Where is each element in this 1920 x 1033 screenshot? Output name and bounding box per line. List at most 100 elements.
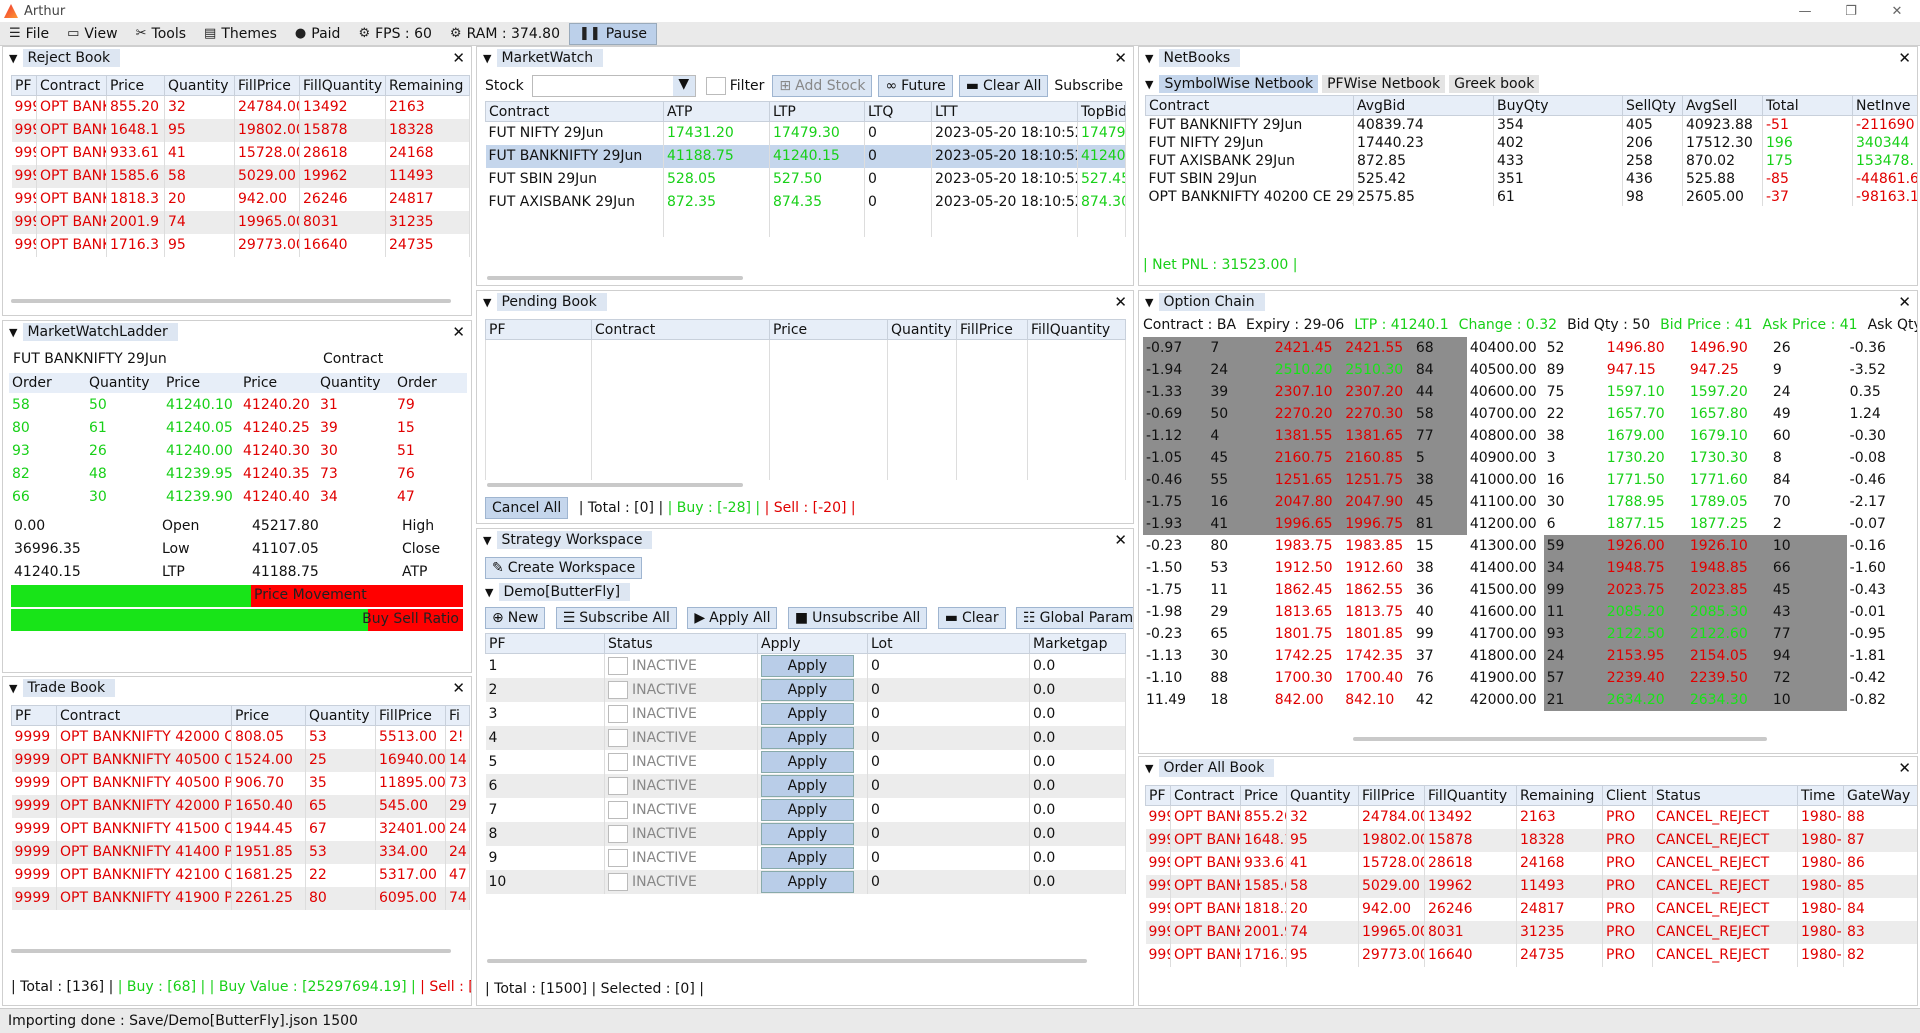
- strategy-row[interactable]: 7 INACTIVE Apply 0 0.0: [485, 798, 1126, 822]
- collapse-icon[interactable]: ▼: [483, 296, 491, 309]
- option-chain-row[interactable]: -0.69 50 2270.20 2270.30 58 40700.00 22 1657.70…: [1143, 403, 1909, 425]
- new-button[interactable]: ⊕ New: [485, 607, 546, 629]
- strategy-header-2[interactable]: Apply: [757, 633, 868, 654]
- cancel-all-button[interactable]: Cancel All: [485, 497, 569, 519]
- reject-book-header-6[interactable]: Remaining: [385, 75, 470, 96]
- order-all-row[interactable]: 999OPT BANK933.614115728.002861824168PRO…: [1145, 851, 1917, 875]
- reject-book-row[interactable]: 999OPT BANK855.203224784.00134922163: [11, 95, 470, 119]
- subscribe-all-button[interactable]: ☰ Subscribe All: [555, 607, 677, 629]
- order-all-header-4[interactable]: FillPrice: [1358, 785, 1425, 806]
- pending-book-header-4[interactable]: FillPrice: [956, 319, 1028, 340]
- pending-book-header-1[interactable]: Contract: [591, 319, 770, 340]
- pending-book-header-5[interactable]: FillQuantity: [1027, 319, 1126, 340]
- clear-button[interactable]: ▬ Clear: [937, 607, 1006, 629]
- status-checkbox[interactable]: [608, 849, 628, 867]
- tab-greek-book[interactable]: Greek book: [1449, 75, 1540, 93]
- menu-paid[interactable]: ● Paid: [286, 22, 350, 45]
- marketwatch-header-0[interactable]: Contract: [485, 101, 664, 122]
- option-chain-row[interactable]: -1.50 53 1912.50 1912.60 38 41400.00 34 1948.75…: [1143, 557, 1909, 579]
- netbooks-header-1[interactable]: AvgBid: [1353, 95, 1494, 116]
- menu-tools[interactable]: ✂ Tools: [127, 22, 195, 45]
- strategy-row[interactable]: 4 INACTIVE Apply 0 0.0: [485, 726, 1126, 750]
- strategy-row[interactable]: 1 INACTIVE Apply 0 0.0: [485, 653, 1126, 678]
- collapse-icon[interactable]: ▼: [485, 586, 493, 599]
- marketwatch-row[interactable]: FUT BANKNIFTY 29Jun 41188.75 41240.15 0 2023…: [485, 144, 1126, 168]
- status-checkbox[interactable]: [608, 681, 628, 699]
- reject-book-row[interactable]: 999OPT BANK2001.97419965.00803131235: [11, 210, 470, 234]
- tab-symbolwise-netbook[interactable]: SymbolWise Netbook: [1159, 75, 1319, 93]
- collapse-icon[interactable]: ▼: [9, 682, 17, 695]
- marketwatch-header-1[interactable]: ATP: [663, 101, 770, 122]
- collapse-icon[interactable]: ▼: [1145, 296, 1153, 309]
- pending-book-header-3[interactable]: Quantity: [887, 319, 957, 340]
- pause-button[interactable]: ❚❚ Pause: [569, 22, 657, 45]
- order-all-row[interactable]: 999OPT BANK1818.320942.002624624817PROCA…: [1145, 897, 1917, 921]
- ladder-row[interactable]: 66 30 41239.90 41240.40 34 47: [9, 485, 467, 508]
- trade-book-row[interactable]: 9999 OPT BANKNIFTY 42000 CE 808.05 53 5513.0…: [11, 725, 470, 749]
- apply-button[interactable]: Apply: [761, 703, 854, 725]
- ladder-row[interactable]: 80 61 41240.05 41240.25 39 15: [9, 416, 467, 439]
- apply-button[interactable]: Apply: [761, 679, 854, 701]
- close-icon[interactable]: ✕: [1898, 293, 1911, 311]
- strategy-header-4[interactable]: Marketgap: [1029, 633, 1126, 654]
- close-icon[interactable]: ✕: [452, 679, 465, 697]
- filter-checkbox[interactable]: [705, 77, 726, 95]
- apply-button[interactable]: Apply: [761, 847, 854, 869]
- strategy-row[interactable]: 8 INACTIVE Apply 0 0.0: [485, 822, 1126, 846]
- trade-book-row[interactable]: 9999 OPT BANKNIFTY 41400 PE 1951.85 53 334.0…: [11, 840, 470, 864]
- option-chain-row[interactable]: -1.93 41 1996.65 1996.75 81 41200.00 6 1877.15 1…: [1143, 513, 1909, 535]
- option-chain-row[interactable]: -1.94 24 2510.20 2510.30 84 40500.00 89 947.15 9…: [1143, 359, 1909, 381]
- menu-themes[interactable]: ▤ Themes: [195, 22, 286, 45]
- netbooks-header-4[interactable]: AvgSell: [1682, 95, 1763, 116]
- option-chain-scrollbar[interactable]: [1353, 737, 1767, 741]
- close-window-icon[interactable]: ✕: [1874, 4, 1920, 19]
- trade-book-header-5[interactable]: Fi: [445, 705, 470, 726]
- status-checkbox[interactable]: [608, 873, 628, 891]
- option-chain-row[interactable]: -1.05 45 2160.75 2160.85 5 40900.00 3 1730.20 17…: [1143, 447, 1909, 469]
- status-checkbox[interactable]: [608, 705, 628, 723]
- trade-book-row[interactable]: 9999 OPT BANKNIFTY 40500 CE 1524.00 25 16940…: [11, 748, 470, 772]
- reject-book-row[interactable]: 999OPT BANK1818.320942.002624624817: [11, 187, 470, 211]
- marketwatch-row[interactable]: FUT AXISBANK 29Jun 872.35 874.35 0 2023-05-2…: [485, 190, 1126, 214]
- global-param-button[interactable]: ☷ Global Param: [1016, 607, 1133, 629]
- trade-book-row[interactable]: 9999 OPT BANKNIFTY 40500 PE 906.70 35 11895.…: [11, 771, 470, 795]
- ladder-row[interactable]: 82 48 41239.95 41240.35 73 76: [9, 462, 467, 485]
- order-all-row[interactable]: 999OPT BANK1648.19519802.001587818328PRO…: [1145, 828, 1917, 852]
- stock-select[interactable]: ▼: [531, 75, 696, 97]
- order-all-header-2[interactable]: Price: [1240, 785, 1287, 806]
- strategy-row[interactable]: 5 INACTIVE Apply 0 0.0: [485, 750, 1126, 774]
- collapse-icon[interactable]: ▼: [483, 534, 491, 547]
- option-chain-row[interactable]: -0.97 7 2421.45 2421.55 68 40400.00 52 1496.80 1…: [1143, 337, 1909, 359]
- reject-book-row[interactable]: 999OPT BANK1648.19519802.001587818328: [11, 118, 470, 142]
- order-all-header-1[interactable]: Contract: [1170, 785, 1241, 806]
- order-all-header-9[interactable]: Time: [1797, 785, 1844, 806]
- pending-book-header-2[interactable]: Price: [769, 319, 888, 340]
- strategy-header-0[interactable]: PF: [485, 633, 605, 654]
- reject-book-header-1[interactable]: Contract: [36, 75, 107, 96]
- chevron-down-icon[interactable]: ▼: [672, 76, 695, 96]
- netbooks-row[interactable]: OPT BANKNIFTY 40200 CE 29Jun 2575.85 61 98 2…: [1145, 188, 1917, 206]
- order-all-row[interactable]: 999OPT BANK855.203224784.00134922163PROC…: [1145, 805, 1917, 829]
- close-icon[interactable]: ✕: [1898, 49, 1911, 67]
- status-checkbox[interactable]: [608, 657, 628, 675]
- reject-book-header-0[interactable]: PF: [11, 75, 37, 96]
- apply-all-button[interactable]: ▶ Apply All: [687, 607, 778, 629]
- order-all-header-10[interactable]: GateWay: [1843, 785, 1917, 806]
- option-chain-row[interactable]: 11.49 18 842.00 842.10 42 42000.00 21 2634.20 26…: [1143, 689, 1909, 711]
- add-stock-button[interactable]: ⊞ Add Stock: [772, 75, 873, 97]
- order-all-header-3[interactable]: Quantity: [1286, 785, 1359, 806]
- collapse-icon[interactable]: ▼: [9, 326, 17, 339]
- strategy-header-3[interactable]: Lot: [867, 633, 1030, 654]
- apply-button[interactable]: Apply: [761, 871, 854, 893]
- trade-book-row[interactable]: 9999 OPT BANKNIFTY 42000 PE 1650.40 65 545.0…: [11, 794, 470, 818]
- marketwatch-header-5[interactable]: TopBid: [1077, 101, 1126, 122]
- clear-all-button[interactable]: ▬ Clear All: [958, 75, 1049, 97]
- unsubscribe-all-button[interactable]: ■ Unsubscribe All: [787, 607, 928, 629]
- strategy-row[interactable]: 3 INACTIVE Apply 0 0.0: [485, 702, 1126, 726]
- strategy-row[interactable]: 6 INACTIVE Apply 0 0.0: [485, 774, 1126, 798]
- marketwatch-scrollbar[interactable]: [487, 276, 743, 280]
- reject-book-row[interactable]: 999OPT BANK933.614115728.002861824168: [11, 141, 470, 165]
- close-icon[interactable]: ✕: [452, 49, 465, 67]
- option-chain-row[interactable]: -1.98 29 1813.65 1813.75 40 41600.00 11 2085.20…: [1143, 601, 1909, 623]
- option-chain-row[interactable]: -0.23 80 1983.75 1983.85 15 41300.00 59 1926.00…: [1143, 535, 1909, 557]
